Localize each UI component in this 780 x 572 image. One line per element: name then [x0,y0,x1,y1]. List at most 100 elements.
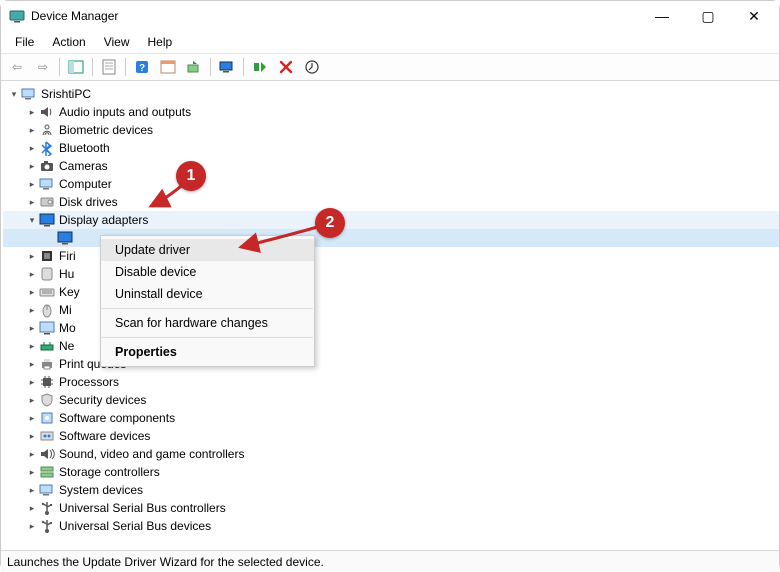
maximize-button[interactable]: ▢ [685,1,731,31]
context-menu-update-driver[interactable]: Update driver [101,239,314,261]
menu-action[interactable]: Action [44,34,93,50]
uninstall-device-button[interactable] [274,56,298,78]
svg-text:?: ? [139,63,145,74]
tree-node-label: Sound, video and game controllers [59,447,244,461]
tree-node[interactable]: ▸Software devices [3,427,779,445]
tree-node[interactable]: ▸ Security devices [3,391,779,409]
device-category-icon [39,140,55,156]
tree-node-label: Bluetooth [59,141,110,155]
tree-node[interactable]: ▸ Disk drives [3,193,779,211]
chevron-right-icon[interactable]: ▸ [25,285,39,299]
chevron-right-icon[interactable]: ▸ [25,429,39,443]
tree-node-label: Security devices [59,393,146,407]
update-driver-button[interactable] [182,56,206,78]
tree-node[interactable]: ▸ Bluetooth [3,139,779,157]
tree-node-label: Disk drives [59,195,118,209]
chevron-right-icon[interactable]: ▸ [25,501,39,515]
device-category-icon [39,194,55,210]
tree-node[interactable]: ▸Universal Serial Bus devices [3,517,779,535]
chevron-right-icon[interactable]: ▸ [25,465,39,479]
chevron-right-icon[interactable]: ▸ [25,105,39,119]
chevron-right-icon[interactable]: ▸ [25,393,39,407]
toolbar-separator [92,58,93,76]
chevron-right-icon[interactable]: ▸ [25,303,39,317]
device-category-icon [39,518,55,534]
back-button[interactable]: ⇦ [5,56,29,78]
tree-node[interactable]: ▸ Software components [3,409,779,427]
chevron-right-icon[interactable]: ▸ [25,141,39,155]
chevron-right-icon[interactable]: ▸ [25,321,39,335]
tree-node-label: Firi [59,249,76,263]
tree-root[interactable]: ▾ SrishtiPC [3,85,779,103]
device-category-icon [39,158,55,174]
menubar: File Action View Help [1,31,779,53]
properties-button[interactable] [97,56,121,78]
toolbar-separator [125,58,126,76]
chevron-right-icon[interactable]: ▸ [25,447,39,461]
tree-node[interactable]: ▸System devices [3,481,779,499]
forward-button[interactable]: ⇨ [31,56,55,78]
chevron-right-icon[interactable]: ▸ [25,123,39,137]
chevron-right-icon[interactable]: ▸ [25,483,39,497]
chevron-right-icon[interactable]: ▸ [25,159,39,173]
menu-help[interactable]: Help [140,34,181,50]
tree-node[interactable]: ▾ Display adapters [3,211,779,229]
device-category-icon [39,320,55,336]
chevron-right-icon[interactable]: ▸ [25,195,39,209]
tree-node-label: Computer [59,177,112,191]
device-category-icon [39,122,55,138]
chevron-down-icon[interactable]: ▾ [25,213,39,227]
tree-node[interactable]: ▸ Processors [3,373,779,391]
app-icon [9,8,25,24]
tree-node-label: Audio inputs and outputs [59,105,191,119]
annotation-badge-1: 1 [176,161,206,191]
context-menu-scan-hardware[interactable]: Scan for hardware changes [101,312,314,334]
chevron-right-icon[interactable]: ▸ [25,339,39,353]
tree-node[interactable]: ▸Cameras [3,157,779,175]
chevron-right-icon[interactable]: ▸ [25,357,39,371]
tree-node[interactable]: ▸ Sound, video and game controllers [3,445,779,463]
tree-node-label: Display adapters [59,213,148,227]
context-menu-disable-device[interactable]: Disable device [101,261,314,283]
chevron-right-icon[interactable]: ▸ [25,249,39,263]
menu-file[interactable]: File [7,34,42,50]
chevron-right-icon[interactable]: ▸ [25,375,39,389]
context-menu-separator [102,308,313,309]
show-hide-tree-button[interactable] [64,56,88,78]
device-category-icon [39,266,55,282]
chevron-right-icon[interactable]: ▸ [25,267,39,281]
tree-node[interactable]: ▸ Storage controllers [3,463,779,481]
context-menu-properties[interactable]: Properties [101,341,314,363]
tree-node[interactable]: ▸ Audio inputs and outputs [3,103,779,121]
annotation-badge-2: 2 [315,208,345,238]
tree-node[interactable]: ▸Universal Serial Bus controllers [3,499,779,517]
tree-node-label: Software components [59,411,175,425]
add-legacy-button[interactable] [300,56,324,78]
device-category-icon [39,338,55,354]
chevron-right-icon[interactable]: ▸ [25,411,39,425]
device-category-icon [39,284,55,300]
scan-hardware-button[interactable] [215,56,239,78]
help-button[interactable]: ? [130,56,154,78]
view-by-button[interactable] [156,56,180,78]
chevron-right-icon[interactable]: ▸ [25,519,39,533]
chevron-right-icon[interactable]: ▸ [25,177,39,191]
tree-node-label: Key [59,285,80,299]
minimize-button[interactable]: — [639,1,685,31]
close-button[interactable]: ✕ [731,1,777,31]
toolbar-separator [59,58,60,76]
tree-node-label: Storage controllers [59,465,160,479]
menu-view[interactable]: View [96,34,138,50]
device-category-icon [39,410,55,426]
toolbar: ⇦ ⇨ ? [1,53,779,81]
context-menu-separator [102,337,313,338]
toolbar-separator [210,58,211,76]
context-menu-uninstall-device[interactable]: Uninstall device [101,283,314,305]
tree-node[interactable]: ▸ Computer [3,175,779,193]
device-category-icon [39,428,55,444]
enable-device-button[interactable] [248,56,272,78]
tree-node-label: Processors [59,375,119,389]
chevron-down-icon[interactable]: ▾ [7,87,21,101]
device-category-icon [39,464,55,480]
tree-node[interactable]: ▸Biometric devices [3,121,779,139]
